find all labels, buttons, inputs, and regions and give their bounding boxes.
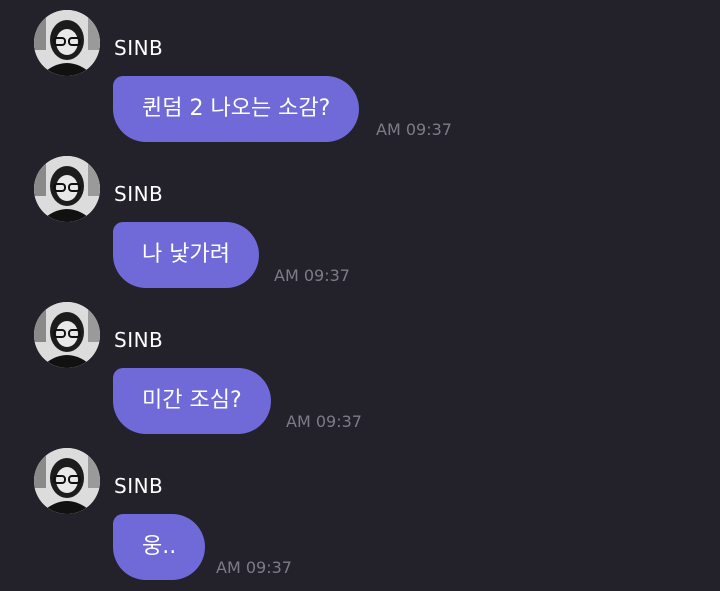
sender-name: SINB bbox=[114, 36, 164, 60]
avatar[interactable] bbox=[34, 156, 100, 222]
chat-message: SINB 미간 조심? AM 09:37 bbox=[0, 292, 720, 438]
message-bubble[interactable]: 미간 조심? bbox=[113, 368, 271, 434]
message-bubble[interactable]: 나 낯가려 bbox=[113, 222, 259, 288]
message-bubble[interactable]: 웅.. bbox=[113, 514, 206, 580]
avatar[interactable] bbox=[34, 448, 100, 514]
chat-message: SINB 퀸덤 2 나오는 소감? AM 09:37 bbox=[0, 0, 720, 146]
message-timestamp: AM 09:37 bbox=[286, 412, 362, 431]
message-timestamp: AM 09:37 bbox=[274, 266, 350, 285]
avatar[interactable] bbox=[34, 10, 100, 76]
sender-name: SINB bbox=[114, 328, 164, 352]
message-bubble[interactable]: 퀸덤 2 나오는 소감? bbox=[113, 76, 360, 142]
avatar[interactable] bbox=[34, 302, 100, 368]
message-timestamp: AM 09:37 bbox=[216, 558, 292, 577]
message-timestamp: AM 09:37 bbox=[376, 120, 452, 139]
sender-name: SINB bbox=[114, 474, 164, 498]
chat-message: SINB 웅.. AM 09:37 bbox=[0, 438, 720, 584]
sender-name: SINB bbox=[114, 182, 164, 206]
chat-message: SINB 나 낯가려 AM 09:37 bbox=[0, 146, 720, 292]
